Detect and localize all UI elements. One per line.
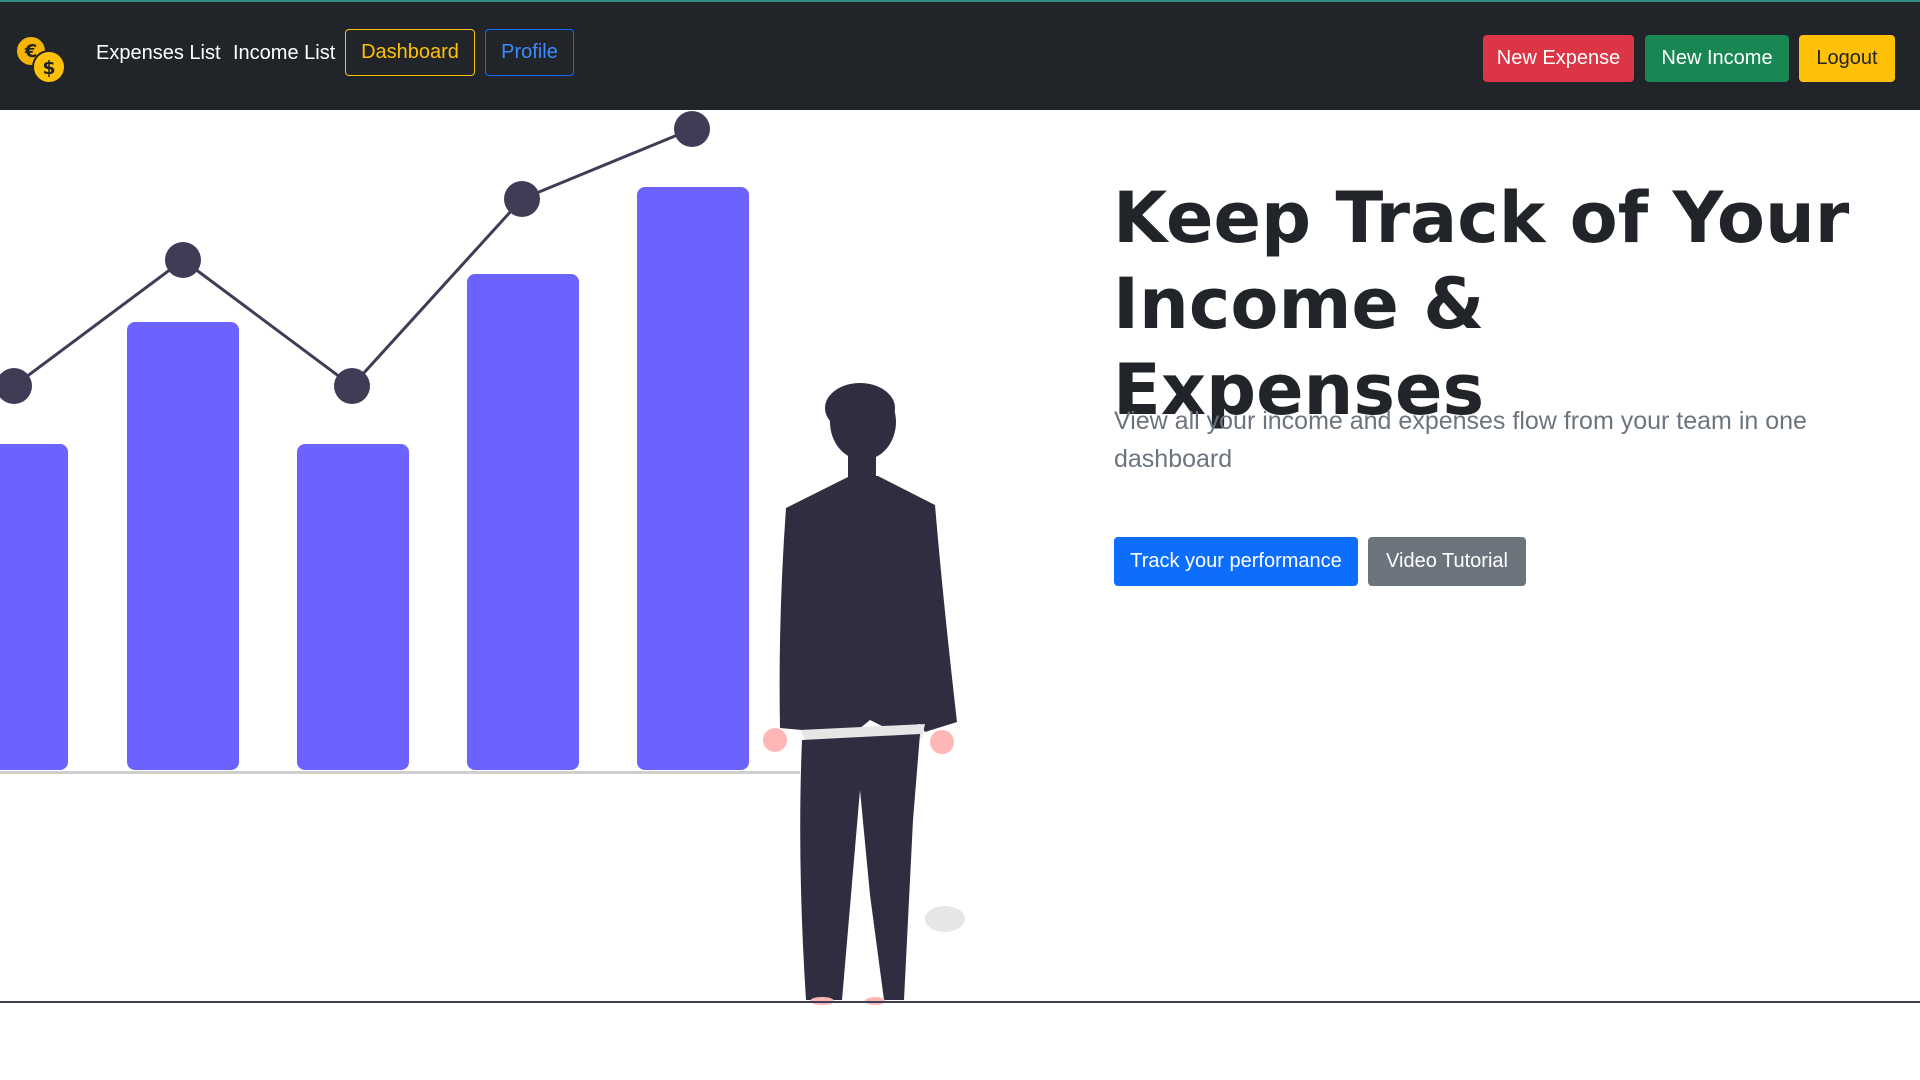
video-tutorial-button[interactable]: Video Tutorial <box>1368 537 1526 586</box>
chart-bar <box>0 444 68 770</box>
chart-bar <box>127 322 239 770</box>
chart-baseline <box>0 771 800 774</box>
hero-title: Keep Track of Your Income & Expenses <box>1113 175 1873 433</box>
growth-chart-illustration <box>0 111 965 1005</box>
trend-line <box>13 127 693 389</box>
nav-link-expenses-list[interactable]: Expenses List <box>96 42 221 65</box>
top-navbar: € $ Expenses List Income List Dashboard … <box>0 0 1920 110</box>
chart-bar <box>297 444 409 770</box>
trend-point <box>165 242 201 278</box>
trend-point <box>674 111 710 147</box>
track-performance-button[interactable]: Track your performance <box>1114 537 1358 586</box>
dashboard-button[interactable]: Dashboard <box>345 29 475 76</box>
ground-shadow <box>925 906 965 932</box>
logout-button[interactable]: Logout <box>1799 35 1895 82</box>
trend-point <box>0 368 32 404</box>
chart-bar <box>637 187 749 770</box>
hero-subtitle: View all your income and expenses flow f… <box>1114 407 1807 473</box>
footer-divider <box>0 1001 1920 1003</box>
new-income-button[interactable]: New Income <box>1645 35 1789 82</box>
profile-button[interactable]: Profile <box>485 29 574 76</box>
hero-title-line-1: Keep Track of Your <box>1113 177 1850 259</box>
new-expense-button[interactable]: New Expense <box>1483 35 1634 82</box>
coins-logo-icon[interactable]: € $ <box>14 34 68 86</box>
trend-point <box>334 368 370 404</box>
person-figure <box>763 383 957 1005</box>
chart-bar <box>467 274 579 770</box>
nav-link-income-list[interactable]: Income List <box>233 42 335 65</box>
svg-text:$: $ <box>42 57 55 79</box>
trend-point <box>504 181 540 217</box>
